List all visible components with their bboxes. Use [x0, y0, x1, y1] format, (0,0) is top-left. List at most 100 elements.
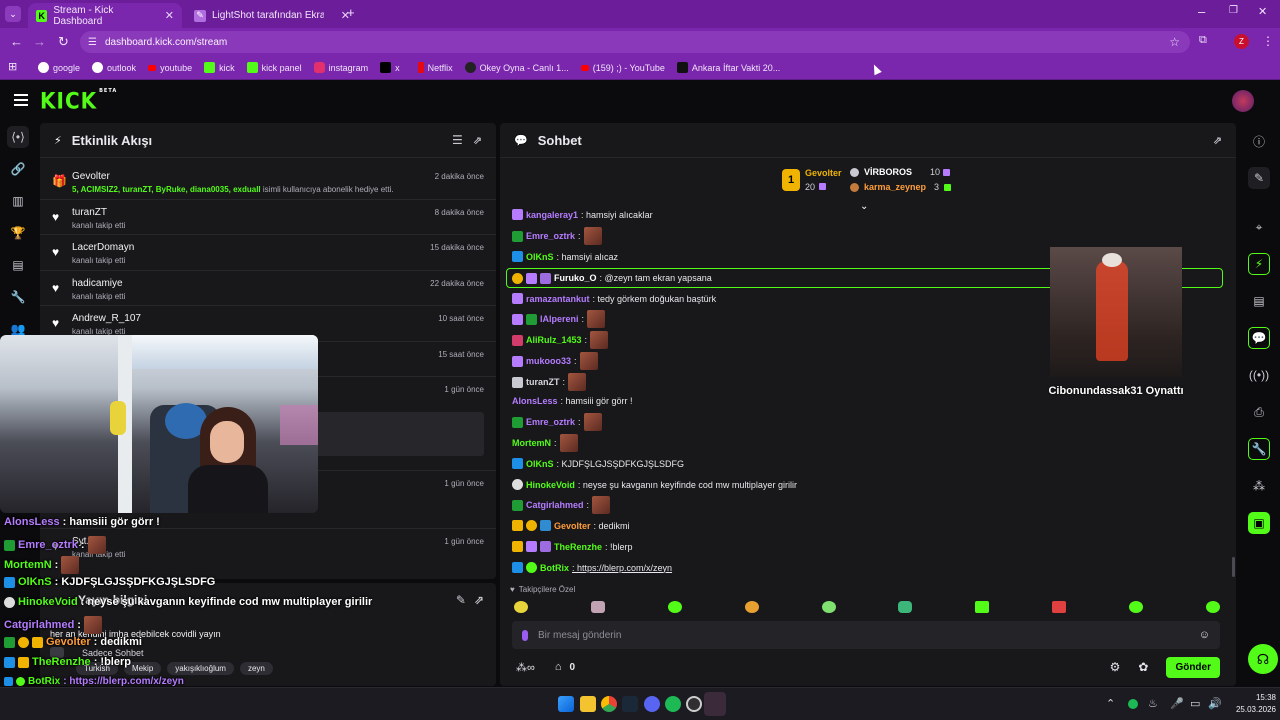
- steam-icon[interactable]: [622, 696, 638, 712]
- volume-icon[interactable]: 🔊: [1208, 697, 1222, 710]
- tab-lightshot[interactable]: ✎ LightShot tarafından Ekran Gör... ✕: [186, 3, 358, 28]
- wrench-icon[interactable]: 🔧: [7, 286, 29, 308]
- extensions-icon[interactable]: ⧉: [1199, 34, 1207, 47]
- emote-icon[interactable]: [514, 601, 528, 613]
- event-user[interactable]: turanZT: [72, 207, 107, 218]
- address-bar[interactable]: ☰ dashboard.kick.com/stream ☆: [80, 31, 1190, 53]
- clock-date[interactable]: 25.03.2026: [1226, 705, 1276, 714]
- users-icon[interactable]: ⁂∞: [516, 661, 535, 674]
- chat-input[interactable]: Bir mesaj gönderin ☺: [512, 621, 1220, 649]
- bookmark-google[interactable]: google: [38, 62, 80, 73]
- chat-user[interactable]: Catgirlahmed: [526, 500, 584, 510]
- tray-chevron-icon[interactable]: ⌃: [1106, 697, 1115, 710]
- bookmark-okey[interactable]: Okey Oyna - Canlı 1...: [464, 62, 569, 73]
- file-explorer-icon[interactable]: [580, 696, 596, 712]
- chat-user[interactable]: Furuko_O: [554, 273, 597, 283]
- bookmark-star-icon[interactable]: ☆: [1169, 35, 1180, 49]
- bolt-icon[interactable]: ⚡: [1248, 253, 1270, 275]
- event-user[interactable]: hadicamiye: [72, 278, 123, 289]
- support-icon[interactable]: ☊: [1248, 644, 1278, 674]
- chat-user[interactable]: OlKnS: [526, 459, 554, 469]
- leader-name[interactable]: Gevolter: [805, 168, 842, 178]
- chat-user[interactable]: TheRenzhe: [554, 542, 602, 552]
- users-icon[interactable]: ⁂: [1248, 475, 1270, 497]
- emote-icon[interactable]: [975, 601, 990, 613]
- event-user[interactable]: LacerDomayn: [72, 242, 134, 253]
- spotify-icon[interactable]: [665, 696, 681, 712]
- tab-search-button[interactable]: ⌄: [5, 6, 21, 22]
- bookmark-x[interactable]: x: [380, 62, 400, 73]
- app-icon[interactable]: ▣: [1248, 512, 1270, 534]
- start-menu-icon[interactable]: [558, 696, 574, 712]
- event-user[interactable]: Gevolter: [72, 171, 110, 182]
- bookmark-youtube-video[interactable]: (159) ;) - YouTube: [580, 62, 665, 73]
- back-icon[interactable]: ←: [10, 34, 23, 49]
- obs-icon[interactable]: [686, 696, 702, 712]
- maximize-icon[interactable]: ❐: [1229, 5, 1238, 16]
- microphone-icon[interactable]: [522, 629, 528, 641]
- bookmark-outlook[interactable]: outlook: [92, 62, 136, 73]
- emote-icon[interactable]: [898, 601, 913, 613]
- emote-icon[interactable]: [744, 601, 759, 613]
- display-icon[interactable]: ▭: [1190, 697, 1200, 710]
- user-avatar[interactable]: [1232, 90, 1254, 112]
- menu-icon[interactable]: ⋮: [1262, 34, 1274, 48]
- stream-icon[interactable]: ⟨•⟩: [7, 126, 29, 148]
- chat-user[interactable]: mukooo33: [526, 356, 571, 366]
- chat-user[interactable]: ramazantankut: [526, 294, 590, 304]
- clock-time[interactable]: 15:38: [1230, 693, 1276, 702]
- close-window-icon[interactable]: ✕: [1258, 5, 1267, 18]
- quick-emote-icon[interactable]: ✿: [1138, 660, 1148, 674]
- trophy-icon[interactable]: 🏆: [7, 222, 29, 244]
- chat-user[interactable]: kangaleray1: [526, 210, 578, 220]
- chat-user[interactable]: HinokeVoid: [526, 480, 575, 490]
- chat-user[interactable]: AliRulz_1453: [526, 335, 582, 345]
- bookmark-ankara-iftar[interactable]: Ankara İftar Vakti 20...: [676, 62, 780, 73]
- chat-icon[interactable]: 💬: [1248, 327, 1270, 349]
- forward-icon[interactable]: →: [33, 34, 46, 49]
- site-info-icon[interactable]: ☰: [88, 37, 97, 48]
- apps-icon[interactable]: ⊞: [8, 60, 17, 73]
- broadcast-icon[interactable]: ((•)): [1248, 364, 1270, 386]
- chat-user[interactable]: MortemN: [512, 438, 551, 448]
- leader-name[interactable]: VİRBOROS: [864, 167, 912, 177]
- print-icon[interactable]: ⎙: [1248, 401, 1270, 423]
- settings-icon[interactable]: ⚙: [1110, 660, 1121, 674]
- emote-icon[interactable]: [667, 601, 682, 613]
- document-icon[interactable]: ▤: [1248, 290, 1270, 312]
- chat-user[interactable]: OlKnS: [526, 252, 554, 262]
- microphone-icon[interactable]: 🎤: [1170, 697, 1184, 710]
- capture-icon[interactable]: ⌖: [1248, 216, 1270, 238]
- bookmark-netflix[interactable]: Netflix: [417, 62, 453, 73]
- chat-user[interactable]: Emre_oztrk: [526, 417, 575, 427]
- emoji-icon[interactable]: ☺: [1199, 629, 1210, 641]
- kick-logo[interactable]: KICK BETA: [40, 88, 117, 114]
- leader-name[interactable]: karma_zeynep: [864, 182, 926, 192]
- send-button[interactable]: Gönder: [1166, 656, 1220, 678]
- chat-user[interactable]: lAlpereni: [540, 314, 579, 324]
- filter-icon[interactable]: ☰: [452, 133, 463, 147]
- emote-icon[interactable]: [821, 601, 836, 613]
- tray-steam-icon[interactable]: ♨: [1148, 697, 1158, 710]
- chat-user[interactable]: Emre_oztrk: [526, 231, 575, 241]
- chat-user[interactable]: turanZT: [526, 377, 560, 387]
- tray-app-icon[interactable]: [1128, 699, 1138, 709]
- popout-icon[interactable]: ⇗: [1213, 134, 1222, 147]
- emote-icon[interactable]: [590, 601, 605, 613]
- chat-text[interactable]: : https://blerp.com/x/zeyn: [572, 563, 672, 573]
- event-user[interactable]: Andrew_R_107: [72, 313, 141, 324]
- emote-icon[interactable]: [1205, 601, 1220, 613]
- emote-icon[interactable]: [1052, 601, 1067, 613]
- chat-user[interactable]: BotRix: [540, 563, 569, 573]
- chat-user[interactable]: AlonsLess: [512, 396, 558, 406]
- bookmark-kick[interactable]: kick: [204, 62, 235, 73]
- wrench-icon[interactable]: 🔧: [1248, 438, 1270, 460]
- profile-avatar[interactable]: Z: [1234, 34, 1249, 49]
- emote-icon[interactable]: [1129, 601, 1143, 613]
- edit-icon[interactable]: ✎: [1248, 167, 1270, 189]
- steam-running-icon[interactable]: [704, 692, 726, 716]
- tab-kick-dashboard[interactable]: K Stream - Kick Dashboard ✕: [28, 3, 182, 28]
- link-icon[interactable]: 🔗: [7, 158, 29, 180]
- bookmark-kick-panel[interactable]: kick panel: [246, 62, 302, 73]
- chat-scrollbar[interactable]: [1232, 557, 1235, 577]
